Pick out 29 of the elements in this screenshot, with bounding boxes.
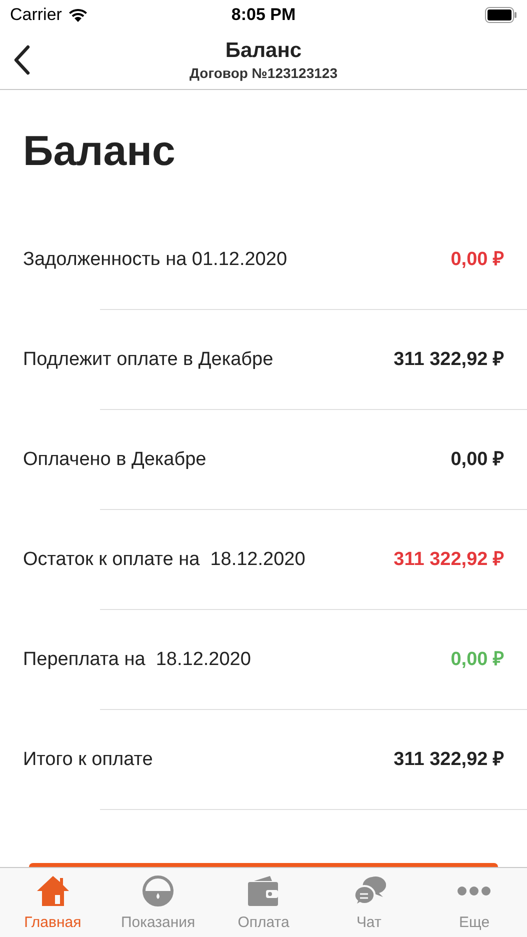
carrier-label: Carrier: [10, 4, 62, 26]
amount-value: 311 322,92 ₽: [394, 348, 504, 372]
row-label: Оплачено в Декабре: [23, 448, 206, 472]
amount-value: 0,00 ₽: [450, 248, 504, 272]
more-icon: [457, 886, 492, 896]
row-label: Задолженность на 01.12.2020: [23, 248, 288, 272]
tab-bar-item[interactable]: Чат: [316, 868, 422, 937]
wifi-icon: [68, 8, 88, 22]
battery-icon: [485, 7, 517, 23]
gauge-icon: [142, 875, 174, 907]
amount-value: 311 322,92 ₽: [394, 748, 504, 772]
amount-value: 311 322,92 ₽: [394, 548, 504, 572]
row-label: Остаток к оплате на 18.12.2020: [23, 548, 306, 572]
amount-value: 0,00 ₽: [450, 648, 504, 672]
screen-title: Баланс: [225, 38, 302, 64]
tab-bar-item[interactable]: Еще: [422, 868, 527, 937]
clock: 8:05 PM: [231, 4, 296, 26]
row-label: Переплата на 18.12.2020: [23, 648, 251, 672]
tab-bar-item[interactable]: Оплата: [210, 868, 316, 937]
page-heading: Баланс: [23, 126, 176, 176]
house-icon: [36, 875, 70, 907]
back-icon[interactable]: [13, 45, 31, 75]
tab-bar-item[interactable]: Показания: [105, 868, 211, 937]
row-label: Итого к оплате: [23, 748, 153, 772]
contract-number: Договор №123123123: [190, 64, 338, 82]
wallet-icon: [246, 875, 280, 907]
row-label: Подлежит оплате в Декабре: [23, 348, 274, 372]
amount-value: 0,00 ₽: [450, 448, 504, 472]
tab-bar-item[interactable]: Главная: [0, 868, 106, 937]
